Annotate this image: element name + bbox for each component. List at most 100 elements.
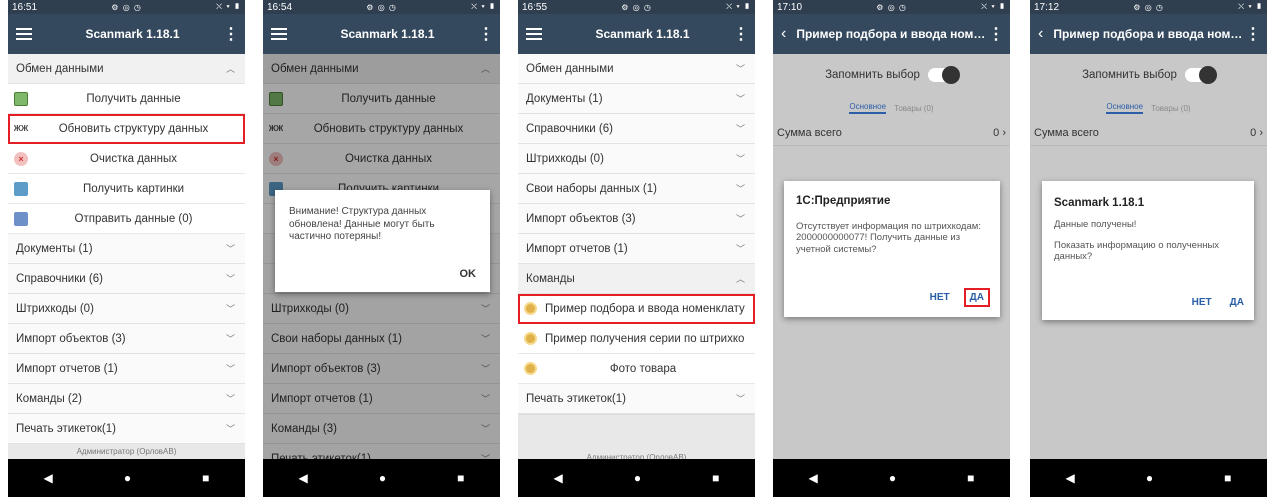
overflow-menu-icon[interactable]: ⋮: [1245, 24, 1261, 44]
section-import-objects[interactable]: Импорт объектов (3) ﹀: [8, 324, 245, 354]
system-icons: ⛌ ▾ ▮: [216, 2, 241, 11]
menu-get-data[interactable]: Получить данные: [8, 84, 245, 114]
home-icon[interactable]: ●: [124, 471, 131, 485]
status-bar: 17:10 ⚙ ◎ ◷ ⛌ ▾ ▮: [773, 0, 1010, 14]
chevron-down-icon: ﹀: [735, 184, 745, 194]
warning-dialog: Внимание! Структура данных обновлена! Да…: [275, 190, 490, 292]
home-icon[interactable]: ●: [1146, 471, 1153, 485]
app-bar: ‹ Пример подбора и ввода номе... ⋮: [1030, 14, 1267, 54]
section-barcodes[interactable]: Штрихкоды (0) ﹀: [8, 294, 245, 324]
back-arrow-icon[interactable]: ‹: [781, 25, 786, 43]
home-icon[interactable]: ●: [634, 471, 641, 485]
yes-button[interactable]: ДА: [963, 288, 990, 307]
section-commands[interactable]: Команды ︿: [518, 264, 755, 294]
overflow-menu-icon[interactable]: ⋮: [478, 24, 494, 44]
chevron-up-icon: ︿: [735, 274, 745, 284]
spacer: [518, 414, 755, 450]
clock: 16:55: [522, 1, 548, 13]
clock: 16:54: [267, 1, 293, 13]
section-own-datasets[interactable]: Свои наборы данных (1) ﹀: [518, 174, 755, 204]
remember-toggle[interactable]: [927, 66, 960, 84]
recent-apps-icon[interactable]: ■: [1224, 471, 1231, 485]
overflow-menu-icon[interactable]: ⋮: [988, 24, 1004, 44]
menu-send-data[interactable]: Отправить данные (0): [8, 204, 245, 234]
menu-icon[interactable]: [526, 28, 542, 40]
menu-get-pictures[interactable]: Получить картинки: [8, 174, 245, 204]
sum-label: Сумма всего: [777, 126, 842, 139]
remember-choice-row: Запомнить выбор: [1030, 54, 1267, 96]
phone-screen-3: 16:55 ⚙ ◎ ◷ ⛌ ▾ ▮ Scanmark 1.18.1 ⋮ Обме…: [518, 0, 755, 497]
phone-screen-1: 16:51 ⚙ ◎ ◷ ⛌ ▾ ▮ Scanmark 1.18.1 ⋮ Обме…: [8, 0, 245, 497]
info-dialog: Scanmark 1.18.1 Данные получены! Показат…: [1042, 181, 1254, 320]
back-icon[interactable]: ◀: [299, 471, 308, 485]
chevron-down-icon: ﹀: [735, 394, 745, 404]
section-exchange[interactable]: Обмен данными ﹀: [518, 54, 755, 84]
menu-update-structure[interactable]: ЖЖ Обновить структуру данных: [8, 114, 245, 144]
overflow-menu-icon[interactable]: ⋮: [223, 24, 239, 44]
section-import-reports[interactable]: Импорт отчетов (1) ﹀: [8, 354, 245, 384]
section-commands[interactable]: Команды (2) ﹀: [8, 384, 245, 414]
android-nav-bar: ◀ ● ■: [518, 459, 755, 497]
dialog-message: Внимание! Структура данных обновлена! Да…: [289, 206, 435, 242]
recent-apps-icon[interactable]: ■: [457, 471, 464, 485]
no-button[interactable]: НЕТ: [1192, 297, 1212, 308]
command-nomenclature-example[interactable]: Пример подбора и ввода номенклату: [518, 294, 755, 324]
menu-icon[interactable]: [271, 28, 287, 40]
section-catalogs[interactable]: Справочники (6) ﹀: [8, 264, 245, 294]
app-title: Scanmark 1.18.1: [595, 27, 690, 41]
chevron-down-icon: ﹀: [225, 304, 235, 314]
chevron-down-icon: ﹀: [735, 154, 745, 164]
section-documents[interactable]: Документы (1) ﹀: [518, 84, 755, 114]
recent-apps-icon[interactable]: ■: [712, 471, 719, 485]
dialog-line-1: Данные получены!: [1054, 219, 1137, 230]
system-icons: ⛌ ▾ ▮: [1238, 2, 1263, 11]
home-icon[interactable]: ●: [889, 471, 896, 485]
ok-button[interactable]: OK: [460, 268, 477, 280]
recent-apps-icon[interactable]: ■: [202, 471, 209, 485]
confirm-dialog: 1С:Предприятие Отсутствует информация по…: [784, 181, 1000, 317]
notification-icons: ⚙ ◎ ◷: [366, 2, 397, 12]
tab-goods[interactable]: Товары (0): [1151, 104, 1191, 113]
section-barcodes[interactable]: Штрихкоды (0) ﹀: [518, 144, 755, 174]
recent-apps-icon[interactable]: ■: [967, 471, 974, 485]
menu-clear-data[interactable]: × Очистка данных: [8, 144, 245, 174]
remember-label: Запомнить выбор: [1082, 69, 1177, 81]
section-exchange[interactable]: Обмен данными ︿: [8, 54, 245, 84]
total-sum-row[interactable]: Сумма всего 0 ›: [773, 120, 1010, 146]
android-nav-bar: ◀ ● ■: [263, 459, 500, 497]
no-button[interactable]: НЕТ: [930, 292, 950, 303]
chevron-down-icon: ﹀: [735, 214, 745, 224]
dialog-message: Отсутствует информация по штрихкодам: 20…: [796, 221, 981, 255]
back-icon[interactable]: ◀: [554, 471, 563, 485]
yes-button[interactable]: ДА: [1230, 297, 1244, 308]
phone-screen-2: 16:54 ⚙ ◎ ◷ ⛌ ▾ ▮ Scanmark 1.18.1 ⋮ Обме…: [263, 0, 500, 497]
back-icon[interactable]: ◀: [1066, 471, 1075, 485]
dialog-line-2: Показать информацию о полученных данных?: [1054, 240, 1220, 263]
remember-choice-row: Запомнить выбор: [773, 54, 1010, 96]
section-print-labels[interactable]: Печать этикеток(1)﹀: [518, 384, 755, 414]
section-import-reports[interactable]: Импорт отчетов (1) ﹀: [518, 234, 755, 264]
chevron-down-icon: ﹀: [735, 64, 745, 74]
tab-goods[interactable]: Товары (0): [894, 104, 934, 113]
overflow-menu-icon[interactable]: ⋮: [733, 24, 749, 44]
section-import-objects[interactable]: Импорт объектов (3) ﹀: [518, 204, 755, 234]
command-product-photo[interactable]: Фото товара: [518, 354, 755, 384]
total-sum-row[interactable]: Сумма всего 0 ›: [1030, 120, 1267, 146]
tab-main[interactable]: Основное: [849, 102, 887, 114]
section-catalogs[interactable]: Справочники (6) ﹀: [518, 114, 755, 144]
command-serial-example[interactable]: Пример получения серии по штрихко: [518, 324, 755, 354]
remember-label: Запомнить выбор: [825, 69, 920, 81]
chevron-down-icon: ﹀: [225, 364, 235, 374]
section-print-labels[interactable]: Печать этикеток(1)﹀: [8, 414, 245, 444]
back-icon[interactable]: ◀: [44, 471, 53, 485]
back-arrow-icon[interactable]: ‹: [1038, 25, 1043, 43]
remember-toggle[interactable]: [1184, 66, 1217, 84]
status-bar: 16:51 ⚙ ◎ ◷ ⛌ ▾ ▮: [8, 0, 245, 14]
menu-icon[interactable]: [16, 28, 32, 40]
command-icon: [524, 302, 537, 315]
section-documents[interactable]: Документы (1) ﹀: [8, 234, 245, 264]
back-icon[interactable]: ◀: [809, 471, 818, 485]
sum-value: 0: [993, 126, 1000, 139]
tab-main[interactable]: Основное: [1106, 102, 1144, 114]
home-icon[interactable]: ●: [379, 471, 386, 485]
